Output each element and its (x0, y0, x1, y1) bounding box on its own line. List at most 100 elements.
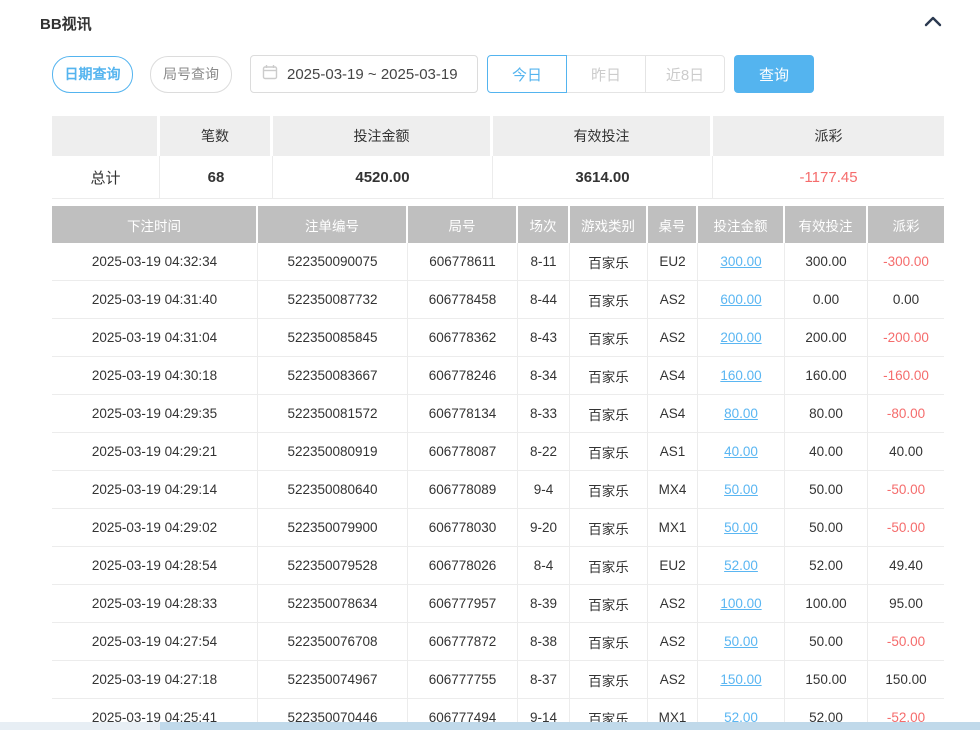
cell-table-no: AS4 (648, 357, 698, 395)
table-row: 2025-03-19 04:27:18 522350074967 6067777… (52, 661, 944, 699)
bet-amount-link[interactable]: 50.00 (724, 482, 758, 497)
bet-amount-link[interactable]: 52.00 (724, 558, 758, 573)
cell-game-type: 百家乐 (570, 281, 648, 319)
cell-valid-bet: 100.00 (785, 585, 868, 623)
cell-session: 8-39 (518, 585, 570, 623)
cell-table-no: AS2 (648, 319, 698, 357)
table-row: 2025-03-19 04:27:54 522350076708 6067778… (52, 623, 944, 661)
cell-bet-time: 2025-03-19 04:29:02 (52, 509, 258, 547)
header-session: 场次 (518, 206, 570, 243)
scrollbar-thumb[interactable] (160, 722, 980, 730)
cell-valid-bet: 50.00 (785, 509, 868, 547)
cell-bet-time: 2025-03-19 04:31:40 (52, 281, 258, 319)
bet-amount-link[interactable]: 40.00 (724, 444, 758, 459)
cell-payout: 95.00 (868, 585, 944, 623)
cell-valid-bet: 300.00 (785, 243, 868, 281)
cell-order-id: 522350076708 (258, 623, 408, 661)
calendar-icon (262, 64, 278, 84)
cell-bet-amount: 80.00 (698, 395, 785, 433)
bet-amount-link[interactable]: 150.00 (720, 672, 761, 687)
search-button[interactable]: 查询 (734, 55, 814, 93)
cell-round-id: 606777957 (408, 585, 518, 623)
cell-order-id: 522350079900 (258, 509, 408, 547)
cell-round-id: 606778134 (408, 395, 518, 433)
table-row: 2025-03-19 04:30:18 522350083667 6067782… (52, 357, 944, 395)
cell-valid-bet: 200.00 (785, 319, 868, 357)
cell-order-id: 522350078634 (258, 585, 408, 623)
cell-payout: -300.00 (868, 243, 944, 281)
date-range-input[interactable]: 2025-03-19 ~ 2025-03-19 (250, 55, 478, 93)
collapse-button[interactable] (920, 12, 946, 34)
bet-amount-link[interactable]: 50.00 (724, 520, 758, 535)
cell-payout: -50.00 (868, 623, 944, 661)
bet-amount-link[interactable]: 80.00 (724, 406, 758, 421)
cell-round-id: 606778362 (408, 319, 518, 357)
cell-bet-amount: 300.00 (698, 243, 785, 281)
tab-date-query[interactable]: 日期查询 (52, 56, 133, 93)
cell-round-id: 606778458 (408, 281, 518, 319)
table-row: 2025-03-19 04:29:02 522350079900 6067780… (52, 509, 944, 547)
cell-game-type: 百家乐 (570, 509, 648, 547)
cell-game-type: 百家乐 (570, 471, 648, 509)
table-row: 2025-03-19 04:28:54 522350079528 6067780… (52, 547, 944, 585)
cell-session: 8-34 (518, 357, 570, 395)
cell-order-id: 522350079528 (258, 547, 408, 585)
quick-today-button[interactable]: 今日 (487, 55, 567, 93)
header-bet-amount: 投注金额 (698, 206, 785, 243)
bet-amount-link[interactable]: 160.00 (720, 368, 761, 383)
cell-bet-time: 2025-03-19 04:31:04 (52, 319, 258, 357)
cell-valid-bet: 160.00 (785, 357, 868, 395)
bet-amount-link[interactable]: 200.00 (720, 330, 761, 345)
cell-session: 8-44 (518, 281, 570, 319)
cell-game-type: 百家乐 (570, 357, 648, 395)
summary-header-payout: 派彩 (713, 116, 944, 156)
cell-bet-amount: 40.00 (698, 433, 785, 471)
cell-payout: 49.40 (868, 547, 944, 585)
cell-bet-amount: 50.00 (698, 509, 785, 547)
cell-bet-time: 2025-03-19 04:32:34 (52, 243, 258, 281)
chevron-up-icon (924, 16, 942, 31)
summary-valid-bet-value: 3614.00 (493, 156, 713, 199)
cell-round-id: 606777872 (408, 623, 518, 661)
summary-payout-value: -1177.45 (713, 156, 944, 199)
bet-amount-link[interactable]: 100.00 (720, 596, 761, 611)
cell-table-no: AS2 (648, 585, 698, 623)
bet-amount-link[interactable]: 300.00 (720, 254, 761, 269)
cell-bet-amount: 100.00 (698, 585, 785, 623)
bet-amount-link[interactable]: 50.00 (724, 634, 758, 649)
cell-table-no: EU2 (648, 243, 698, 281)
quick-last8days-button[interactable]: 近8日 (645, 55, 725, 93)
tab-round-query[interactable]: 局号查询 (150, 56, 232, 93)
bet-amount-link[interactable]: 600.00 (720, 292, 761, 307)
table-row: 2025-03-19 04:29:21 522350080919 6067780… (52, 433, 944, 471)
summary-table: 笔数 投注金额 有效投注 派彩 总计 68 4520.00 3614.00 -1… (52, 116, 944, 199)
cell-bet-amount: 600.00 (698, 281, 785, 319)
cell-session: 8-11 (518, 243, 570, 281)
cell-order-id: 522350081572 (258, 395, 408, 433)
cell-table-no: EU2 (648, 547, 698, 585)
cell-order-id: 522350085845 (258, 319, 408, 357)
cell-session: 8-22 (518, 433, 570, 471)
summary-bet-amount-value: 4520.00 (273, 156, 493, 199)
quick-yesterday-button[interactable]: 昨日 (566, 55, 646, 93)
cell-session: 8-4 (518, 547, 570, 585)
cell-bet-time: 2025-03-19 04:27:54 (52, 623, 258, 661)
cell-order-id: 522350083667 (258, 357, 408, 395)
cell-valid-bet: 150.00 (785, 661, 868, 699)
page-title: BB视讯 (40, 13, 92, 34)
horizontal-scrollbar[interactable] (0, 722, 980, 730)
cell-round-id: 606778089 (408, 471, 518, 509)
summary-header-row: 笔数 投注金额 有效投注 派彩 (52, 116, 944, 156)
summary-header-bet-amount: 投注金额 (273, 116, 493, 156)
cell-game-type: 百家乐 (570, 547, 648, 585)
cell-table-no: AS2 (648, 623, 698, 661)
cell-order-id: 522350087732 (258, 281, 408, 319)
summary-total-label: 总计 (52, 156, 160, 199)
cell-session: 8-37 (518, 661, 570, 699)
cell-table-no: MX1 (648, 509, 698, 547)
summary-header-valid-bet: 有效投注 (493, 116, 713, 156)
cell-bet-time: 2025-03-19 04:29:21 (52, 433, 258, 471)
cell-bet-time: 2025-03-19 04:27:18 (52, 661, 258, 699)
cell-game-type: 百家乐 (570, 661, 648, 699)
cell-bet-amount: 160.00 (698, 357, 785, 395)
